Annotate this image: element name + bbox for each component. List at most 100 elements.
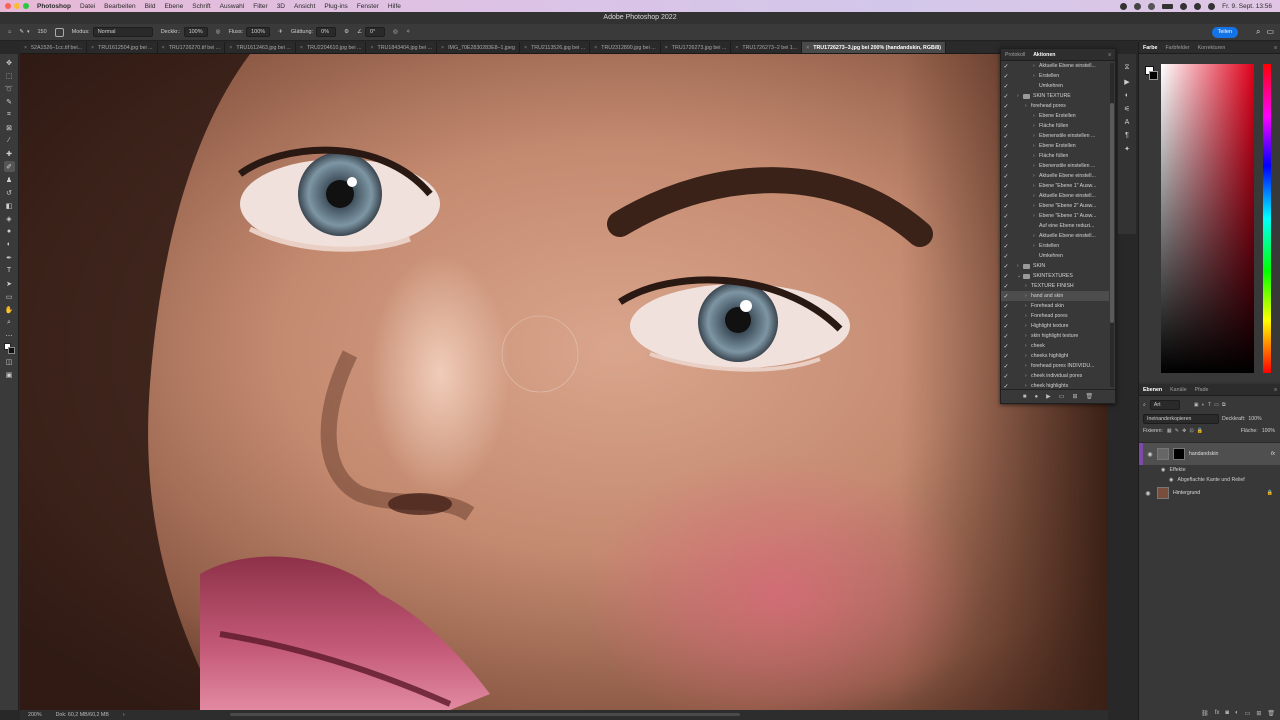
path-selection-tool-icon[interactable]: ➤ — [4, 278, 15, 289]
new-layer-icon[interactable]: ⊞ — [1256, 710, 1261, 717]
action-row[interactable]: ✓ › Ebene "Ebene 1" Ausw... — [1001, 181, 1109, 191]
new-group-icon[interactable]: ▭ — [1245, 710, 1251, 717]
action-row[interactable]: ✓ Auf eine Ebene reduzi... — [1001, 221, 1109, 231]
toggle-check-icon[interactable]: ✓ — [1001, 63, 1011, 70]
status-arrow-icon[interactable]: › — [123, 712, 125, 718]
workspace-icon[interactable]: ▭ — [1266, 27, 1274, 37]
action-row[interactable]: ✓ › Ebene Erstellen — [1001, 141, 1109, 151]
panel-menu-icon[interactable]: ≡ — [1274, 45, 1277, 51]
action-row[interactable]: ✓ › Aktuelle Ebene einstell... — [1001, 171, 1109, 181]
clone-stamp-tool-icon[interactable]: ♟ — [4, 174, 15, 185]
add-style-icon[interactable]: fx — [1215, 710, 1220, 717]
tab-color[interactable]: Farbe — [1143, 45, 1157, 51]
history-panel-icon[interactable]: ⧖ — [1125, 64, 1130, 72]
brush-tool-preset-icon[interactable]: ✎ — [19, 29, 24, 35]
pressure-opacity-icon[interactable]: ◎ — [216, 29, 221, 35]
record-icon[interactable] — [1120, 2, 1128, 10]
layer-filter-icons[interactable]: ▣◐T▭⧉ — [1194, 402, 1229, 409]
lock-icons[interactable]: ▦✎✥⊡🔒 — [1167, 428, 1206, 434]
toggle-check-icon[interactable]: ✓ — [1001, 293, 1011, 300]
layer-fx-icon[interactable]: fx — [1271, 451, 1275, 457]
toggle-check-icon[interactable]: ✓ — [1001, 253, 1011, 260]
layer-effects-row[interactable]: ◉ Effekte — [1139, 465, 1280, 475]
toggle-check-icon[interactable]: ✓ — [1001, 153, 1011, 160]
action-row[interactable]: ✓ › Forehead pores — [1001, 311, 1109, 321]
toggle-check-icon[interactable]: ✓ — [1001, 173, 1011, 180]
color-swatches[interactable] — [3, 343, 15, 354]
action-row[interactable]: ✓ › Ebene "Ebene 2" Ausw... — [1001, 201, 1109, 211]
mode-select[interactable]: Normal — [92, 27, 153, 37]
minimize-window-button[interactable] — [14, 3, 20, 9]
spotlight-search-icon[interactable] — [1194, 2, 1202, 10]
quick-mask-icon[interactable]: ◫ — [4, 356, 15, 367]
action-row[interactable]: ✓ Umkehren — [1001, 81, 1109, 91]
toggle-check-icon[interactable]: ✓ — [1001, 143, 1011, 150]
toggle-check-icon[interactable]: ✓ — [1001, 233, 1011, 240]
action-row[interactable]: ✓ › skin highlight texture — [1001, 331, 1109, 341]
dropbox-icon[interactable] — [1134, 2, 1142, 10]
close-window-button[interactable] — [5, 3, 11, 9]
actions-scrollbar-thumb[interactable] — [1110, 103, 1114, 323]
brush-settings-icon[interactable] — [54, 27, 64, 37]
move-tool-icon[interactable]: ✥ — [4, 57, 15, 68]
layer-name[interactable]: handandskin — [1189, 451, 1218, 457]
close-tab-icon[interactable]: × — [24, 42, 27, 53]
new-set-icon[interactable]: ▭ — [1059, 393, 1065, 400]
document-tab[interactable]: × TRU1726273–2 bei 1... — [731, 42, 803, 53]
action-row[interactable]: ✓ ⌄ SKINTEXTURES — [1001, 271, 1109, 281]
toggle-check-icon[interactable]: ✓ — [1001, 353, 1011, 360]
menu-bearbeiten[interactable]: Bearbeiten — [104, 3, 135, 10]
opacity-field[interactable]: 100% — [183, 27, 208, 37]
document-tab[interactable]: × TRU2113526.jpg bei ... — [520, 42, 591, 53]
pen-tool-icon[interactable]: ✒ — [4, 252, 15, 263]
toggle-check-icon[interactable]: ✓ — [1001, 73, 1011, 80]
menu-ebene[interactable]: Ebene — [164, 3, 183, 10]
tab-swatches[interactable]: Farbfelder — [1165, 45, 1189, 51]
menu-filter[interactable]: Filter — [253, 3, 267, 10]
zoom-window-button[interactable] — [23, 3, 29, 9]
creative-cloud-icon[interactable] — [1148, 2, 1156, 10]
document-tab[interactable]: × TRU1726273–3.jpg bei 200% (handandskin,… — [802, 42, 947, 53]
action-row[interactable]: ✓ › cheek — [1001, 341, 1109, 351]
close-tab-icon[interactable]: × — [735, 42, 738, 53]
toggle-check-icon[interactable]: ✓ — [1001, 263, 1011, 270]
menu-fenster[interactable]: Fenster — [357, 3, 379, 10]
close-tab-icon[interactable]: × — [594, 42, 597, 53]
menu-schrift[interactable]: Schrift — [192, 3, 210, 10]
paint-bucket-tool-icon[interactable]: ◈ — [4, 213, 15, 224]
action-row[interactable]: ✓ Umkehren — [1001, 251, 1109, 261]
menu-plug-ins[interactable]: Plug-ins — [324, 3, 347, 10]
document-tab[interactable]: × TRU1726273.jpg bei ... — [661, 42, 732, 53]
fill-value[interactable]: 100% — [1262, 428, 1275, 434]
flow-field[interactable]: 100% — [246, 27, 271, 37]
toggle-check-icon[interactable]: ✓ — [1001, 133, 1011, 140]
dodge-tool-icon[interactable]: ◐ — [4, 239, 15, 250]
action-row[interactable]: ✓ › SKIN — [1001, 261, 1109, 271]
screen-mode-icon[interactable]: ▣ — [4, 369, 15, 380]
toggle-check-icon[interactable]: ✓ — [1001, 363, 1011, 370]
tab-layers[interactable]: Ebenen — [1143, 387, 1162, 393]
toggle-check-icon[interactable]: ✓ — [1001, 243, 1011, 250]
eraser-tool-icon[interactable]: ◧ — [4, 200, 15, 211]
close-tab-icon[interactable]: × — [229, 42, 232, 53]
eye-icon[interactable]: ◉ — [1169, 477, 1174, 483]
menu-3d[interactable]: 3D — [277, 3, 285, 10]
menu-app-photoshop[interactable]: Photoshop — [37, 3, 71, 10]
zoom-tool-icon[interactable]: ⌕ — [4, 317, 15, 328]
action-row[interactable]: ✓ › Erstellen — [1001, 71, 1109, 81]
actions-panel-icon[interactable]: ▶ — [1124, 78, 1129, 86]
tab-actions[interactable]: Aktionen — [1033, 52, 1055, 58]
action-row[interactable]: ✓ › Forehead skin — [1001, 301, 1109, 311]
toggle-check-icon[interactable]: ✓ — [1001, 213, 1011, 220]
record-action-icon[interactable]: ● — [1035, 394, 1039, 400]
type-tool-icon[interactable]: T — [4, 265, 15, 276]
action-row[interactable]: ✓ › forehead pores — [1001, 101, 1109, 111]
layer-mask-thumbnail[interactable] — [1173, 448, 1185, 460]
pressure-size-icon[interactable]: ◎ — [393, 29, 398, 35]
adjustment-layer-icon[interactable]: ◐ — [1235, 710, 1239, 717]
toggle-check-icon[interactable]: ✓ — [1001, 93, 1011, 100]
share-button[interactable]: Teilen — [1211, 27, 1238, 38]
toggle-check-icon[interactable]: ✓ — [1001, 203, 1011, 210]
smoothing-field[interactable]: 0% — [316, 27, 337, 37]
eye-icon[interactable]: ◉ — [1139, 490, 1157, 497]
